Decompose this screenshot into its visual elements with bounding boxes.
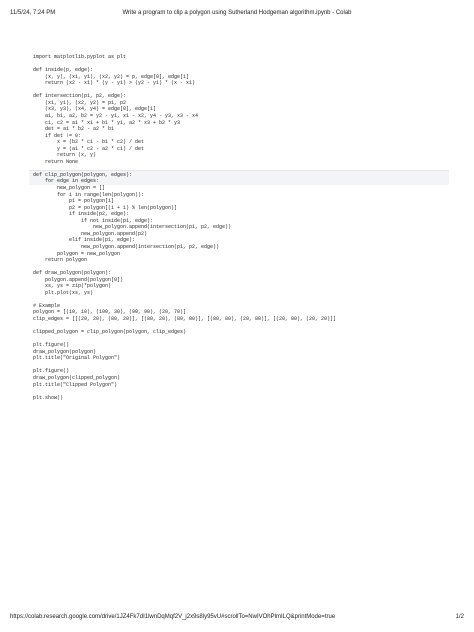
code-line: if det != 0: [33, 132, 82, 139]
code-line: p1 = polygon[i] [33, 198, 115, 205]
code-line: x = (b2 * c1 - b1 * c2) / det [33, 139, 145, 146]
print-footer: https://colab.research.google.com/drive/… [10, 614, 464, 624]
code-line: plt.title("Original Polygon") [33, 355, 121, 362]
code-line: def draw_polygon(polygon): [33, 270, 112, 277]
code-line: polygon = [(10, 10), (100, 30), (90, 90)… [33, 309, 187, 316]
code-line: xs, ys = zip(*polygon) [33, 283, 112, 290]
code-line: def clip_polygon(polygon, edges): [33, 171, 133, 178]
code-line: new_polygon = [] [33, 185, 106, 191]
code-line: plt.figure() [33, 342, 70, 349]
code-line: p2 = polygon[(i + 1) % len(polygon)] [33, 204, 178, 211]
code-line: for i in range(len(polygon)): [33, 191, 145, 198]
code-line: return (x, y) [33, 152, 97, 159]
code-line: plt.plot(xs, ys) [33, 289, 94, 296]
page-url: https://colab.research.google.com/drive/… [10, 614, 336, 620]
code-line: (x3, y3), (x4, y4) = edge[0], edge[1] [33, 106, 157, 113]
code-line: a1, b1, a2, b2 = y2 - y1, x1 - x2, y4 - … [33, 112, 199, 119]
code-line: y = (a1 * c2 - a2 * c1) / det [33, 145, 145, 152]
code-line: if not inside(p1, edge): [33, 217, 154, 224]
code-line: return polygon [33, 257, 88, 264]
code-line: det = a1 * b2 - a2 * b1 [33, 126, 115, 133]
code-line: (x1, y1), (x2, y2) = p1, p2 [33, 99, 127, 106]
code-line: if inside(p2, edge): [33, 211, 130, 218]
code-line: clip_edges = [[(20, 20), (80, 20)], [(80… [33, 316, 337, 322]
code-line: for edge in edges: [33, 178, 100, 185]
code-cell[interactable]: import matplotlib.pyplot as plt def insid… [29, 54, 449, 414]
code-line: draw_polygon(polygon) [33, 348, 97, 355]
code-line: return None [33, 158, 79, 165]
code-line: plt.title("Clipped Polygon") [33, 381, 118, 388]
code-line: new_polygon.append(p2) [33, 230, 148, 237]
print-header: 11/5/24, 7:24 PM Write a program to clip… [10, 10, 464, 22]
code-line: new_polygon.append(intersection(p1, p2, … [33, 243, 220, 250]
code-line: return (x2 - x1) * (y - y1) > (y2 - y1) … [33, 80, 196, 87]
code-line: new_polygon.append(intersection(p1, p2, … [33, 224, 232, 231]
page-number: 1/2 [455, 614, 464, 620]
code-line: def inside(p, edge): [33, 67, 94, 74]
document-title: Write a program to clip a polygon using … [122, 10, 352, 16]
code-line: clipped_polygon = clip_polygon(polygon, … [33, 329, 187, 336]
code-line: plt.figure() [33, 368, 70, 375]
code-line: def intersection(p1, p2, edge): [33, 93, 127, 100]
code-line: # Example [33, 302, 61, 309]
code-line: elif inside(p1, edge): [33, 237, 136, 244]
code-line: c1, c2 = a1 * x1 + b1 * y1, a2 * x3 + b2… [33, 119, 181, 126]
code-line: plt.show() [33, 394, 64, 401]
code-line: import matplotlib.pyplot as plt [33, 54, 127, 60]
code-line: draw_polygon(clipped_polygon) [33, 374, 121, 381]
code-line: polygon.append(polygon[0]) [33, 276, 124, 283]
code-line: polygon = new_polygon [33, 250, 121, 257]
code-line: (x, y), (x1, y1), (x2, y2) = p, edge[0],… [33, 73, 190, 80]
